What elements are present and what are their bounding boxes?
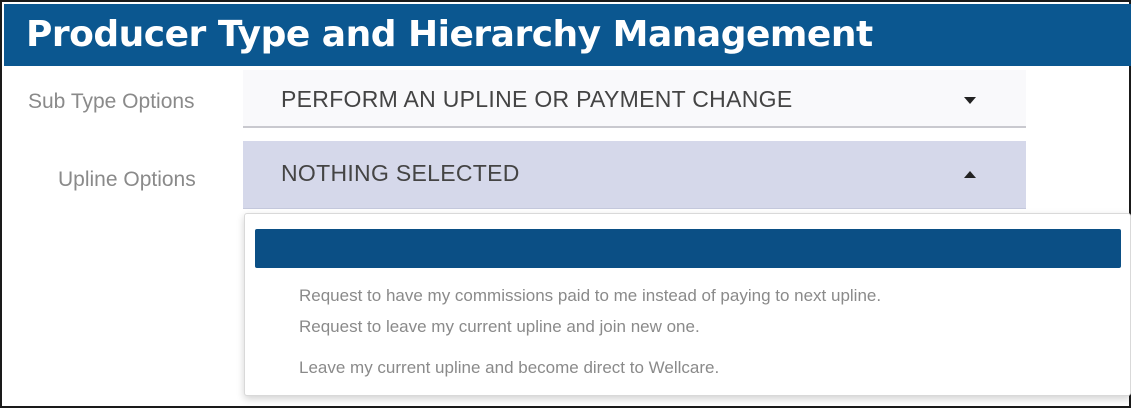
chevron-up-icon (964, 171, 976, 178)
upline-options-label: Upline Options (58, 168, 196, 191)
dropdown-option-become-direct-to-wellcare[interactable]: Leave my current upline and become direc… (299, 358, 719, 378)
window-frame: Producer Type and Hierarchy Management S… (0, 0, 1131, 408)
dropdown-option-empty-highlighted[interactable] (255, 229, 1121, 268)
dropdown-option-leave-and-join-new-upline[interactable]: Request to leave my current upline and j… (299, 317, 700, 337)
sub-type-select[interactable]: PERFORM AN UPLINE OR PAYMENT CHANGE (243, 70, 1026, 128)
upline-dropdown-menu: Request to have my commissions paid to m… (244, 213, 1131, 396)
page-title: Producer Type and Hierarchy Management (26, 14, 873, 55)
sub-type-selected-value: PERFORM AN UPLINE OR PAYMENT CHANGE (281, 86, 793, 112)
upline-selected-value: NOTHING SELECTED (281, 160, 520, 186)
chevron-down-icon (964, 97, 976, 104)
sub-type-options-label: Sub Type Options (28, 90, 195, 113)
upline-select[interactable]: NOTHING SELECTED (243, 141, 1026, 209)
dropdown-option-commissions-paid-to-me[interactable]: Request to have my commissions paid to m… (299, 286, 881, 306)
page-header: Producer Type and Hierarchy Management (4, 4, 1131, 66)
